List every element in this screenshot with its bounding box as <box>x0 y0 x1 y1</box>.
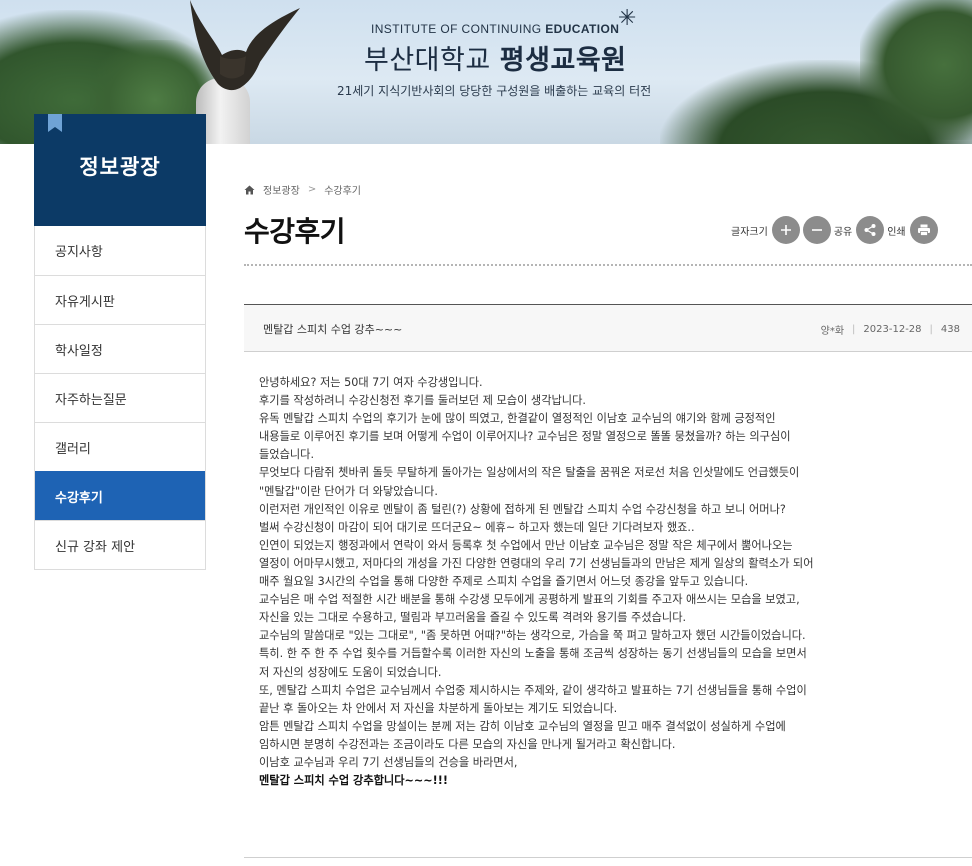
meta-divider: | <box>929 324 933 335</box>
share-label: 공유 <box>833 226 853 238</box>
bookmark-icon <box>48 114 62 132</box>
post-body-line: 인연이 되었는지 행정과에서 연락이 와서 등록후 첫 수업에서 만난 이남호 … <box>259 538 793 552</box>
post-header: 멘탈갑 스피치 수업 강추~~~ 양*화 | 2023-12-28 | 438 <box>244 304 972 352</box>
plus-icon <box>780 225 791 235</box>
post-body-line: 안녕하세요? 저는 50대 7기 여자 수강생입니다. <box>259 376 483 389</box>
sidebar-item-course-reviews[interactable]: 수강후기 <box>35 471 205 520</box>
institute-name-bold: 평생교육원 <box>499 45 627 76</box>
sidebar-title: 정보광장 <box>79 155 161 179</box>
post-body-line: "멘탈갑"이란 단어가 더 와닿았습니다. <box>259 484 438 498</box>
sidebar-item-new-course-proposal[interactable]: 신규 강좌 제안 <box>35 520 205 569</box>
post-body-line: 유독 멘탈갑 스피치 수업의 후기가 눈에 많이 띄였고, 한결같이 열정적인 … <box>259 412 776 426</box>
post-views: 438 <box>940 324 960 335</box>
share-icon <box>864 224 876 236</box>
post-title: 멘탈갑 스피치 수업 강추~~~ <box>263 323 403 336</box>
post-body-line: 끝난 후 돌아오는 차 안에서 저 자신을 차분하게 돌아보는 계기도 되었습니… <box>259 701 618 715</box>
institute-english-prefix: INSTITUTE OF CONTINUING <box>371 22 546 36</box>
post-body-line: 교수님의 말씀대로 "있는 그대로", "좀 못하면 어때?"하는 생각으로, … <box>259 629 806 643</box>
institute-slogan: 21세기 지식기반사회의 당당한 구성원을 배출하는 교육의 터전 <box>337 84 652 98</box>
chevron-right-icon: > <box>307 184 317 195</box>
print-label: 인쇄 <box>887 226 906 238</box>
sidebar-item-notices[interactable]: 공지사항 <box>35 226 205 275</box>
post-body-line: 후기를 작성하려니 수강신청전 후기를 둘러보던 제 모습이 생각납니다. <box>259 394 586 408</box>
sidebar-menu: 공지사항 자유게시판 학사일정 자주하는질문 갤러리 수강후기 신규 강좌 제안 <box>34 226 206 570</box>
font-increase-button[interactable] <box>771 216 800 244</box>
breadcrumb-root[interactable]: 정보광장 <box>263 182 300 197</box>
institute-korean-name[interactable]: 부산대학교 평생교육원 <box>364 38 627 77</box>
sidebar-item-faq[interactable]: 자주하는질문 <box>35 373 205 422</box>
post-body-line: 열정이 어마무시했고, 저마다의 개성을 가진 다양한 연령대의 우리 7기 선… <box>259 556 814 570</box>
post-body-line: 들었습니다. <box>259 448 315 462</box>
post-body-line: 임하시면 분명히 수강전과는 조금이라도 다른 모습의 자신을 만나게 될거라고… <box>259 737 676 751</box>
breadcrumb-current[interactable]: 수강후기 <box>324 182 361 197</box>
title-divider <box>244 264 972 266</box>
institute-english-name: INSTITUTE OF CONTINUING EDUCATION <box>371 22 619 36</box>
post-body-line: 저 자신의 성장에도 도움이 되었습니다. <box>259 665 442 679</box>
institute-name-regular: 부산대학교 <box>364 45 500 76</box>
sidebar-header: 정보광장 <box>34 114 206 226</box>
post-body-line: 이런저런 개인적인 이유로 멘탈이 좀 털린(?) 상황에 접하게 된 멘탈갑 … <box>259 502 786 516</box>
page-tools: 글자크기 공유 인쇄 <box>731 216 941 244</box>
home-icon[interactable] <box>244 185 255 195</box>
post-body-line: 특히. 한 주 한 주 수업 횟수를 거듭할수록 이러한 자신의 노출을 통해 … <box>259 647 807 661</box>
post-body: 안녕하세요? 저는 50대 7기 여자 수강생입니다. 후기를 작성하려니 수강신… <box>259 374 939 790</box>
sidebar-item-gallery[interactable]: 갤러리 <box>35 422 205 471</box>
post-body-line: 교수님은 매 수업 적절한 시간 배분을 통해 수강생 모두에게 공평하게 발표… <box>259 593 800 607</box>
post-body-line: 암튼 멘탈갑 스피치 수업을 망설이는 분께 저는 감히 이남호 교수님의 열정… <box>259 719 786 733</box>
print-button[interactable] <box>909 216 938 244</box>
post-body-line: 이남호 교수님과 우리 7기 선생님들의 건승을 바라면서, <box>259 755 518 769</box>
post-closing-line: 멘탈갑 스피치 수업 강추합니다~~~!!! <box>259 774 448 788</box>
page-title: 수강후기 <box>244 215 346 248</box>
sidebar: 정보광장 공지사항 자유게시판 학사일정 자주하는질문 갤러리 수강후기 신규 … <box>34 114 206 570</box>
sparkle-icon: ✳ <box>618 6 637 31</box>
breadcrumb: 정보광장 > 수강후기 <box>244 182 361 197</box>
printer-icon <box>917 224 930 236</box>
sidebar-item-academic-calendar[interactable]: 학사일정 <box>35 324 205 373</box>
meta-divider: | <box>852 324 856 335</box>
post-bottom-divider <box>244 857 972 858</box>
post-body-line: 내용들로 이루어진 후기를 보며 어떻게 수업이 이루어지나? 교수님은 정말 … <box>259 430 791 444</box>
font-decrease-button[interactable] <box>802 216 831 244</box>
post-body-line: 또, 멘탈갑 스피치 수업은 교수님께서 수업중 제시하시는 주제와, 같이 생… <box>259 683 807 697</box>
minus-icon <box>811 229 822 231</box>
post-author: 양*화 <box>820 326 845 337</box>
post-meta: 양*화 | 2023-12-28 | 438 <box>821 322 960 337</box>
sidebar-item-free-board[interactable]: 자유게시판 <box>35 275 205 324</box>
share-button[interactable] <box>856 216 885 244</box>
institute-english-bold: EDUCATION <box>545 22 620 36</box>
post-body-line: 무엇보다 다람쥐 쳇바퀴 돌듯 무탈하게 돌아가는 일상에서의 작은 탈출을 꿈… <box>259 466 800 480</box>
post-body-line: 매주 월요일 3시간의 수업을 통해 다양한 주제로 스피치 수업을 즐기면서 … <box>259 575 749 589</box>
post-date: 2023-12-28 <box>863 324 922 335</box>
post-body-line: 벌써 수강신청이 마감이 되어 대기로 뜨더군요~ 에휴~ 하고자 했는데 일단… <box>259 520 695 534</box>
font-size-label: 글자크기 <box>731 226 768 238</box>
post-body-line: 자신을 있는 그대로 수용하고, 떨림과 부끄러움을 즐길 수 있도록 격려와 … <box>259 611 687 625</box>
